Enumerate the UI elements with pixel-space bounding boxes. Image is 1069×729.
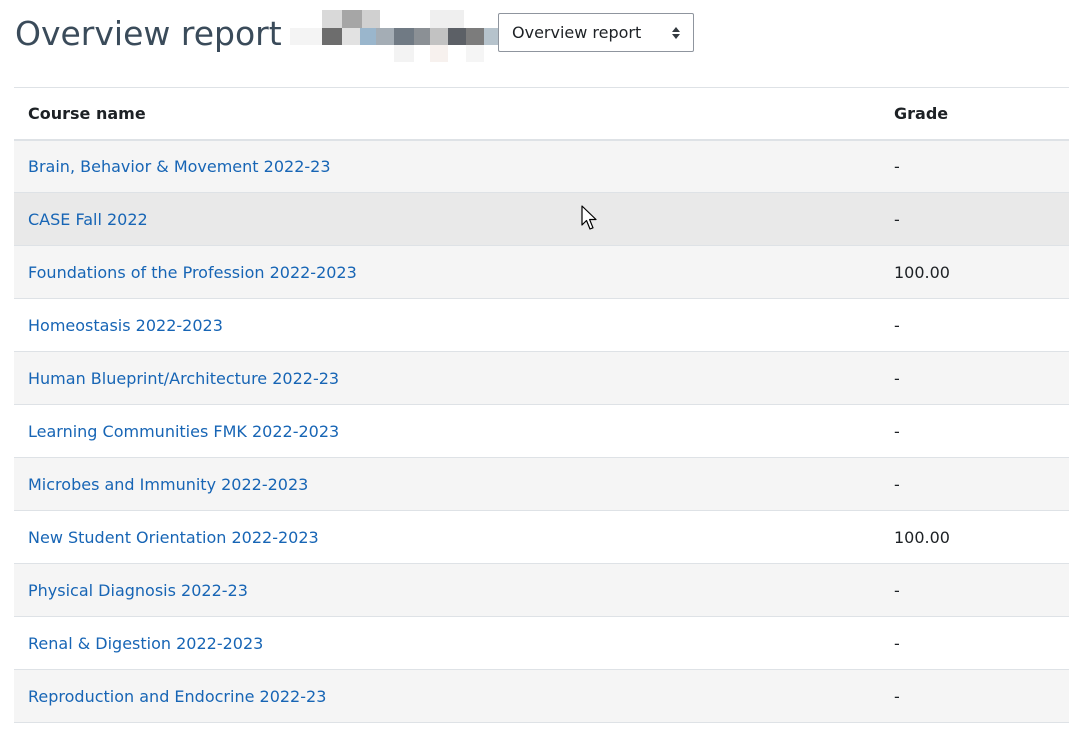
course-link[interactable]: Brain, Behavior & Movement 2022-23 <box>28 157 331 176</box>
table-row: Learning Communities FMK 2022-2023 - <box>14 404 1069 458</box>
table-row: Renal & Digestion 2022-2023 - <box>14 616 1069 670</box>
course-name-header[interactable]: Course name <box>14 87 880 141</box>
table-row: Physical Diagnosis 2022-23 - <box>14 563 1069 617</box>
table-header-row: Course name Grade <box>14 87 1069 141</box>
table-row: Reproduction and Endocrine 2022-23 - <box>14 669 1069 723</box>
grade-cell: 100.00 <box>880 510 1069 564</box>
course-link[interactable]: Physical Diagnosis 2022-23 <box>28 581 248 600</box>
grade-header[interactable]: Grade <box>880 87 1069 141</box>
grade-cell: - <box>880 616 1069 670</box>
course-link[interactable]: Learning Communities FMK 2022-2023 <box>28 422 339 441</box>
table-row: Homeostasis 2022-2023 - <box>14 298 1069 352</box>
table-row: Foundations of the Profession 2022-2023 … <box>14 245 1069 299</box>
grades-overview-table: Course name Grade Brain, Behavior & Move… <box>14 87 1069 723</box>
course-link[interactable]: Microbes and Immunity 2022-2023 <box>28 475 308 494</box>
page-header: Overview report <box>15 10 505 62</box>
grade-cell: - <box>880 669 1069 723</box>
page-title: Overview report <box>15 14 282 53</box>
course-link[interactable]: Foundations of the Profession 2022-2023 <box>28 263 357 282</box>
table-row: Brain, Behavior & Movement 2022-23 - <box>14 139 1069 193</box>
grade-cell: - <box>880 192 1069 246</box>
grade-cell: - <box>880 563 1069 617</box>
grade-cell: - <box>880 139 1069 193</box>
grade-cell: - <box>880 457 1069 511</box>
course-link[interactable]: Renal & Digestion 2022-2023 <box>28 634 263 653</box>
grade-cell: 100.00 <box>880 245 1069 299</box>
grade-cell: - <box>880 298 1069 352</box>
course-link[interactable]: CASE Fall 2022 <box>28 210 148 229</box>
report-type-select[interactable]: Overview report <box>498 13 694 52</box>
grade-cell: - <box>880 351 1069 405</box>
updown-arrows-icon <box>672 27 680 39</box>
table-row: Human Blueprint/Architecture 2022-23 - <box>14 351 1069 405</box>
course-link[interactable]: Reproduction and Endocrine 2022-23 <box>28 687 326 706</box>
overview-report-page: Overview report Overview report Course n… <box>0 0 1069 729</box>
table-row: Microbes and Immunity 2022-2023 - <box>14 457 1069 511</box>
redacted-user-name <box>289 10 505 62</box>
course-link[interactable]: New Student Orientation 2022-2023 <box>28 528 319 547</box>
course-link[interactable]: Human Blueprint/Architecture 2022-23 <box>28 369 339 388</box>
table-row: CASE Fall 2022 - <box>14 192 1069 246</box>
grade-cell: - <box>880 404 1069 458</box>
report-type-select-value: Overview report <box>512 23 642 42</box>
course-link[interactable]: Homeostasis 2022-2023 <box>28 316 223 335</box>
table-row: New Student Orientation 2022-2023 100.00 <box>14 510 1069 564</box>
